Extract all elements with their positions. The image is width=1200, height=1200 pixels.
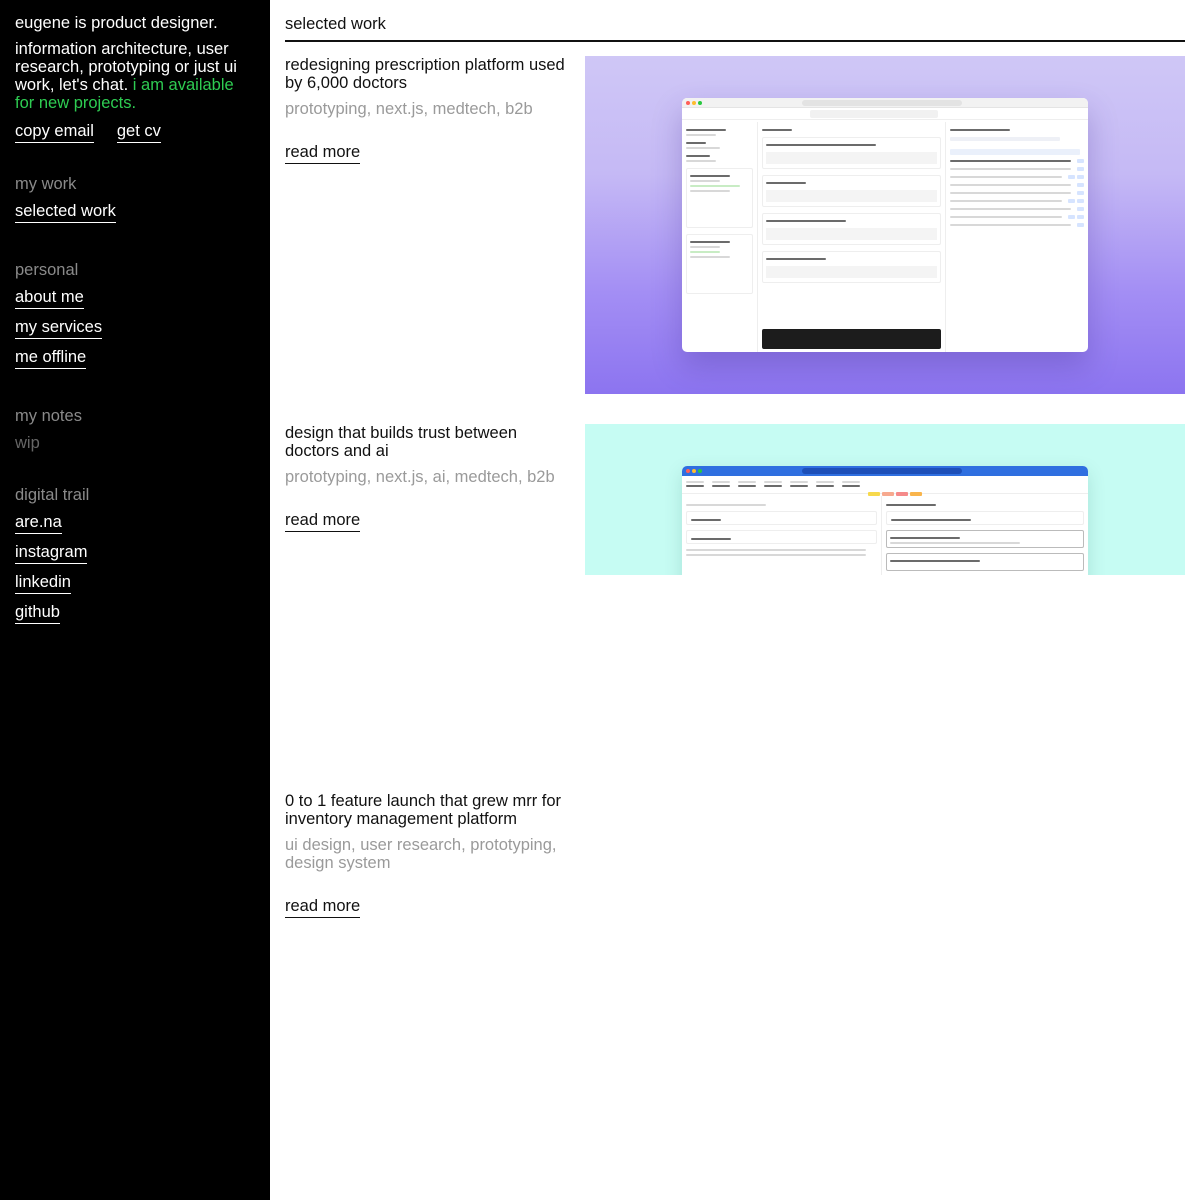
project-title: redesigning prescription platform used b… xyxy=(285,56,565,92)
read-more-link[interactable]: read more xyxy=(285,510,361,532)
page-title: selected work xyxy=(285,15,386,33)
project-tags: ui design, user research, prototyping, d… xyxy=(285,836,557,872)
intro-description: information architecture, user research,… xyxy=(15,40,255,112)
project-text: 0 to 1 feature launch that grew mrr for … xyxy=(285,792,565,872)
copy-email-link[interactable]: copy email xyxy=(15,121,94,143)
project-title: design that builds trust between doctors… xyxy=(285,424,518,460)
project-text: redesigning prescription platform used b… xyxy=(285,56,565,118)
nav-section-my-notes: my notes wip xyxy=(15,406,82,453)
link-instagram[interactable]: instagram xyxy=(15,542,88,564)
link-linkedin[interactable]: linkedin xyxy=(15,572,71,594)
project-title: 0 to 1 feature launch that grew mrr for … xyxy=(285,792,562,828)
get-cv-link[interactable]: get cv xyxy=(116,121,161,143)
nav-section-my-work: my work selected work xyxy=(15,174,116,223)
intro-name: eugene is product designer. xyxy=(15,14,218,32)
link-are-na[interactable]: are.na xyxy=(15,512,62,534)
nav-section-digital-trail: digital trail are.na instagram linkedin … xyxy=(15,485,89,624)
link-github[interactable]: github xyxy=(15,602,60,624)
read-more-link[interactable]: read more xyxy=(285,896,361,918)
sidebar: eugene is product designer. information … xyxy=(0,0,270,1200)
project-tags: prototyping, next.js, medtech, b2b xyxy=(285,100,533,118)
nav-section-personal: personal about me my services me offline xyxy=(15,260,103,369)
nav-item-me-offline[interactable]: me offline xyxy=(15,347,87,369)
nav-item-selected-work[interactable]: selected work xyxy=(15,201,116,223)
intro: eugene is product designer. information … xyxy=(15,14,255,112)
nav-item-about-me[interactable]: about me xyxy=(15,287,84,309)
app-screenshot-mockup xyxy=(682,466,1088,575)
app-screenshot-mockup xyxy=(682,98,1088,352)
project-thumbnail[interactable] xyxy=(585,424,1185,575)
title-divider xyxy=(285,40,1185,42)
section-title-my-notes: my notes xyxy=(15,407,82,425)
contact-links: copy email get cv xyxy=(15,121,255,143)
section-title-my-work: my work xyxy=(15,175,77,193)
section-title-digital-trail: digital trail xyxy=(15,486,90,504)
nav-item-wip: wip xyxy=(15,434,40,452)
read-more-link[interactable]: read more xyxy=(285,142,361,164)
section-title-personal: personal xyxy=(15,261,79,279)
project-tags: prototyping, next.js, ai, medtech, b2b xyxy=(285,468,555,486)
nav-item-my-services[interactable]: my services xyxy=(15,317,103,339)
project-thumbnail[interactable] xyxy=(585,56,1185,394)
project-text: design that builds trust between doctors… xyxy=(285,424,565,486)
